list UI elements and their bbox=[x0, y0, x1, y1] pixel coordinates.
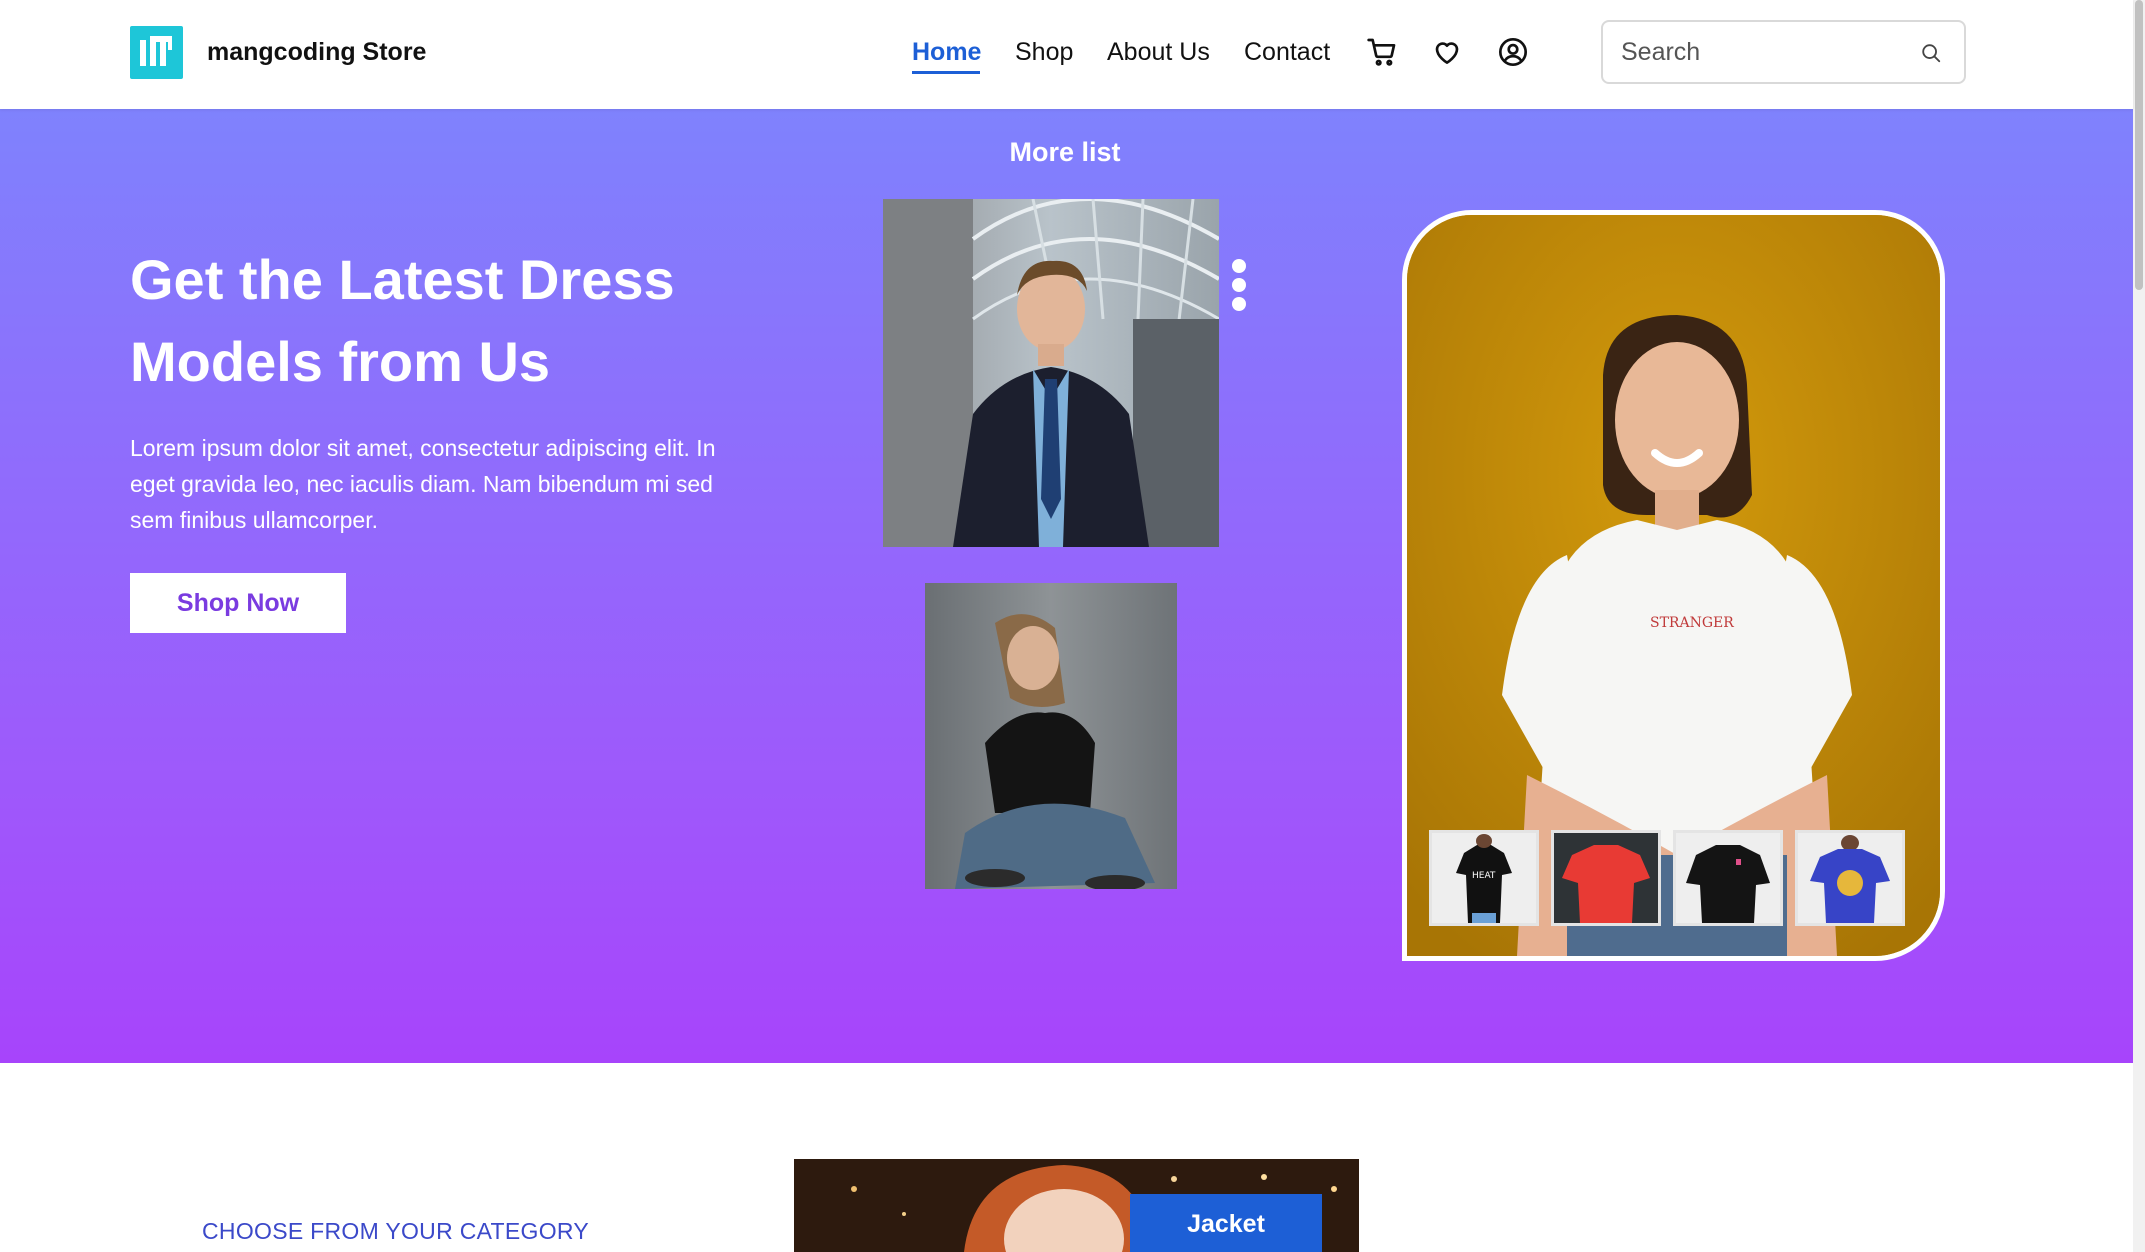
woman-sitting-photo[interactable] bbox=[925, 583, 1177, 889]
red-tshirt-thumb[interactable] bbox=[1551, 830, 1661, 926]
cart-icon[interactable] bbox=[1366, 36, 1398, 68]
hero-section: Get the Latest Dress Models from Us Lore… bbox=[0, 109, 2133, 1063]
page-scrollbar[interactable] bbox=[2133, 0, 2145, 1252]
blue-tshirt-thumb[interactable] bbox=[1795, 830, 1905, 926]
nav-about-us[interactable]: About Us bbox=[1107, 38, 1210, 67]
man-in-suit-photo[interactable] bbox=[883, 199, 1219, 547]
scrollbar-thumb[interactable] bbox=[2135, 0, 2143, 290]
svg-text:STRANGER: STRANGER bbox=[1650, 615, 1734, 631]
mangcoding-logo-icon[interactable] bbox=[130, 26, 183, 79]
hero-title: Get the Latest Dress Models from Us bbox=[130, 248, 675, 393]
nav-active-underline bbox=[912, 71, 980, 74]
svg-text:HEAT: HEAT bbox=[1472, 871, 1496, 881]
brand-name[interactable]: mangcoding Store bbox=[207, 38, 426, 67]
black-tshirt-2-thumb[interactable] bbox=[1673, 830, 1783, 926]
nav-contact[interactable]: Contact bbox=[1244, 38, 1330, 67]
nav-home[interactable]: Home bbox=[912, 38, 981, 67]
nav-shop[interactable]: Shop bbox=[1015, 38, 1073, 67]
thumbnail-strip: HEAT bbox=[1429, 830, 1919, 930]
search-input[interactable] bbox=[1621, 36, 1901, 68]
search-icon[interactable] bbox=[1920, 42, 1942, 69]
site-header: mangcoding Store Home Shop About Us Cont… bbox=[0, 0, 2133, 109]
featured-product-frame: STRANGER HEAT bbox=[1402, 210, 1945, 961]
user-icon[interactable] bbox=[1497, 36, 1529, 68]
hero-description: Lorem ipsum dolor sit amet, consectetur … bbox=[130, 435, 716, 533]
shop-now-button[interactable]: Shop Now bbox=[130, 573, 346, 633]
jacket-tag-button[interactable]: Jacket bbox=[1130, 1194, 1322, 1252]
heart-icon[interactable] bbox=[1431, 36, 1463, 68]
category-heading: CHOOSE FROM YOUR CATEGORY bbox=[202, 1218, 590, 1244]
more-options-icon[interactable] bbox=[1232, 259, 1248, 315]
search-box[interactable] bbox=[1601, 20, 1966, 84]
black-tshirt-thumb[interactable]: HEAT bbox=[1429, 830, 1539, 926]
more-list-label: More list bbox=[1009, 137, 1121, 167]
